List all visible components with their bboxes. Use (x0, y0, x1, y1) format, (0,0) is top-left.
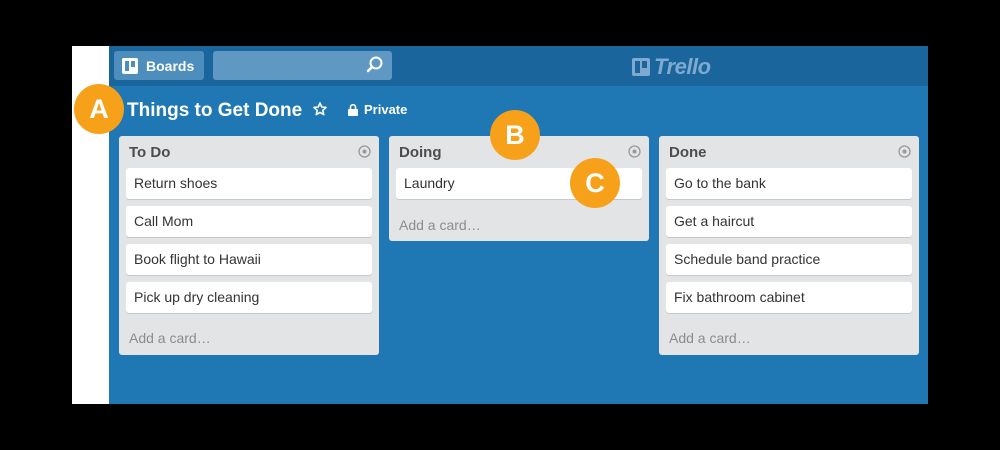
list-menu-icon[interactable] (898, 145, 911, 158)
boards-icon (122, 57, 138, 74)
search-box[interactable] (213, 51, 392, 80)
visibility-label: Private (364, 102, 408, 117)
list-done: Done Go to the bank Get a haircut Schedu… (659, 136, 919, 355)
boards-button-label: Boards (146, 57, 195, 74)
card[interactable]: Get a haircut (666, 206, 912, 237)
app-window: Boards Trello Things to Get Done Private… (72, 46, 928, 404)
callout-a: A (74, 84, 124, 134)
card[interactable]: Return shoes (126, 168, 372, 199)
board-title[interactable]: Things to Get Done (127, 100, 302, 122)
trello-logo[interactable]: Trello (632, 54, 711, 80)
card[interactable]: Go to the bank (666, 168, 912, 199)
list-to-do: To Do Return shoes Call Mom Book flight … (119, 136, 379, 355)
card[interactable]: Book flight to Hawaii (126, 244, 372, 275)
callout-b: B (490, 110, 540, 160)
list-title[interactable]: Doing (399, 144, 442, 161)
add-card-link[interactable]: Add a card… (399, 217, 481, 233)
list-title[interactable]: Done (669, 144, 707, 161)
list-title[interactable]: To Do (129, 144, 170, 161)
list-menu-icon[interactable] (358, 145, 371, 158)
card[interactable]: Fix bathroom cabinet (666, 282, 912, 313)
list-menu-icon[interactable] (628, 145, 641, 158)
visibility-button[interactable]: Private (348, 102, 407, 117)
add-card-link[interactable]: Add a card… (129, 330, 211, 346)
lock-icon (348, 103, 358, 116)
logo-text: Trello (654, 54, 711, 79)
card[interactable]: Schedule band practice (666, 244, 912, 275)
board-canvas: Boards Trello Things to Get Done Private… (109, 46, 928, 404)
callout-c: C (570, 158, 620, 208)
card[interactable]: Call Mom (126, 206, 372, 237)
boards-button[interactable]: Boards (114, 51, 204, 80)
search-icon[interactable] (366, 56, 384, 74)
add-card-link[interactable]: Add a card… (669, 330, 751, 346)
trello-logo-icon (632, 58, 650, 76)
top-header: Boards Trello (109, 46, 928, 86)
star-icon[interactable] (313, 102, 327, 116)
card[interactable]: Pick up dry cleaning (126, 282, 372, 313)
